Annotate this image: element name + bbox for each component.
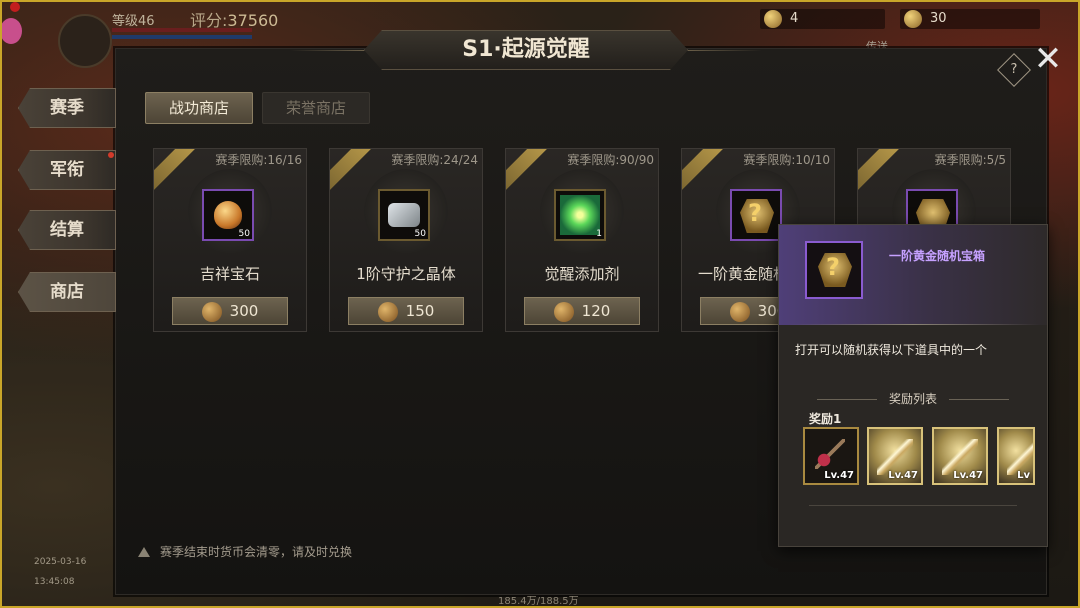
reward-item[interactable]: Lv.47: [932, 427, 988, 485]
buy-button[interactable]: 120: [524, 297, 640, 325]
tab-honor-shop[interactable]: 荣誉商店: [262, 92, 370, 124]
red-dot-badge: [108, 152, 114, 158]
resource-counter: 30: [900, 9, 1040, 29]
item-tooltip: ? 一阶黄金随机宝箱 打开可以随机获得以下道具中的一个 奖励列表 奖励1 Lv.…: [778, 224, 1048, 547]
reward-item[interactable]: Lv.47: [867, 427, 923, 485]
reward-level: Lv.47: [824, 470, 854, 481]
reward-level: Lv.47: [953, 470, 983, 481]
resource1-value: 4: [790, 11, 799, 26]
item-price: 300: [229, 302, 259, 320]
question-mark-icon: ?: [826, 253, 840, 281]
purchase-limit: 赛季限购:10/10: [743, 153, 830, 167]
page-title: S1·起源觉醒: [364, 30, 688, 70]
item-price: 120: [581, 302, 611, 320]
burst-icon: [560, 195, 600, 235]
tooltip-header: ? 一阶黄金随机宝箱: [779, 225, 1047, 325]
tooltip-divider: [787, 324, 1039, 325]
item-quantity: 50: [414, 229, 426, 239]
close-button[interactable]: ✕: [1030, 42, 1066, 78]
merit-coin-icon: [377, 301, 398, 322]
player-level: 等级46: [112, 14, 155, 29]
buy-button[interactable]: 300: [172, 297, 288, 325]
item-icon-frame: 1: [554, 189, 606, 241]
tooltip-item-icon: ?: [805, 241, 863, 299]
resource2-value: 30: [930, 11, 947, 26]
sidebar-item-shop[interactable]: 商店: [18, 272, 116, 312]
sidebar-item-rank[interactable]: 军衔: [18, 150, 116, 190]
shop-item-card[interactable]: 赛季限购:16/16 50 吉祥宝石 300: [153, 148, 307, 332]
limited-ribbon: [154, 149, 198, 192]
staff-icon: [815, 439, 845, 469]
item-name: 觉醒添加剂: [544, 265, 620, 283]
item-name: 1阶守护之晶体: [356, 265, 456, 283]
limited-ribbon: [682, 149, 726, 192]
reward-level: Lv: [1017, 470, 1030, 481]
purchase-limit: 赛季限购:16/16: [215, 153, 302, 167]
tooltip-divider: [809, 505, 1017, 506]
season-notice: 赛季结束时货币会清零，请及时兑换: [138, 543, 352, 560]
item-price: 150: [405, 302, 435, 320]
shop-item-card[interactable]: 赛季限购:24/24 50 1阶守护之晶体 150: [329, 148, 483, 332]
resource-counter: 4: [760, 9, 885, 29]
item-icon-frame: 50: [202, 189, 254, 241]
sidebar-item-settlement[interactable]: 结算: [18, 210, 116, 250]
question-mark-icon: ?: [748, 199, 762, 227]
question-icon: ?: [1010, 62, 1018, 77]
coin-icon: [764, 10, 782, 28]
tooltip-title: 一阶黄金随机宝箱: [889, 249, 986, 263]
bottom-stat: 185.4万/188.5万: [498, 596, 579, 607]
reward-group-label: 奖励1: [809, 412, 842, 426]
hp-bar: [112, 28, 252, 32]
item-quantity: 50: [238, 229, 250, 239]
sidebar-item-label: 军衔: [50, 160, 84, 180]
limited-ribbon: [330, 149, 374, 192]
purchase-limit: 赛季限购:5/5: [934, 153, 1006, 167]
sidebar-item-label: 赛季: [50, 98, 84, 118]
merit-coin-icon: [201, 301, 222, 322]
gem-icon: [214, 201, 242, 229]
merit-coin-icon: [729, 301, 750, 322]
reward-list-title: 奖励列表: [888, 392, 937, 406]
warning-icon: [138, 547, 150, 557]
item-quantity: 1: [596, 229, 602, 239]
item-icon-frame: 50: [378, 189, 430, 241]
sidebar-item-season[interactable]: 赛季: [18, 88, 116, 128]
avatar[interactable]: [58, 14, 112, 68]
title-divider: [688, 50, 762, 51]
tab-merit-shop[interactable]: 战功商店: [145, 92, 253, 124]
crystal-icon: [388, 203, 420, 227]
sidebar-item-label: 商店: [50, 282, 84, 302]
close-icon: ✕: [1033, 39, 1063, 79]
item-name: 吉祥宝石: [199, 265, 260, 283]
coin-icon: [904, 10, 922, 28]
merit-coin-icon: [553, 301, 574, 322]
time-stamp: 13:45:08: [34, 577, 75, 587]
red-dot-badge: [10, 2, 20, 12]
reward-item[interactable]: Lv: [997, 427, 1035, 485]
tooltip-description: 打开可以随机获得以下道具中的一个: [795, 343, 988, 357]
limited-ribbon: [506, 149, 550, 192]
notification-icon[interactable]: [0, 18, 22, 44]
notice-text: 赛季结束时货币会清零，请及时兑换: [160, 545, 353, 559]
tooltip-subtitle: 奖励列表: [779, 390, 1047, 407]
date-stamp: 2025-03-16: [34, 557, 87, 567]
purchase-limit: 赛季限购:24/24: [391, 153, 478, 167]
reward-level: Lv.47: [888, 470, 918, 481]
limited-ribbon: [858, 149, 902, 192]
sidebar-item-label: 结算: [50, 220, 84, 240]
hp-mp-bars: [112, 28, 252, 42]
purchase-limit: 赛季限购:90/90: [567, 153, 654, 167]
shop-item-card[interactable]: 赛季限购:90/90 1 觉醒添加剂 120: [505, 148, 659, 332]
buy-button[interactable]: 150: [348, 297, 464, 325]
title-divider: [290, 50, 364, 51]
item-icon-frame: ?: [730, 189, 782, 241]
mp-bar: [112, 35, 252, 39]
reward-item[interactable]: Lv.47: [803, 427, 859, 485]
